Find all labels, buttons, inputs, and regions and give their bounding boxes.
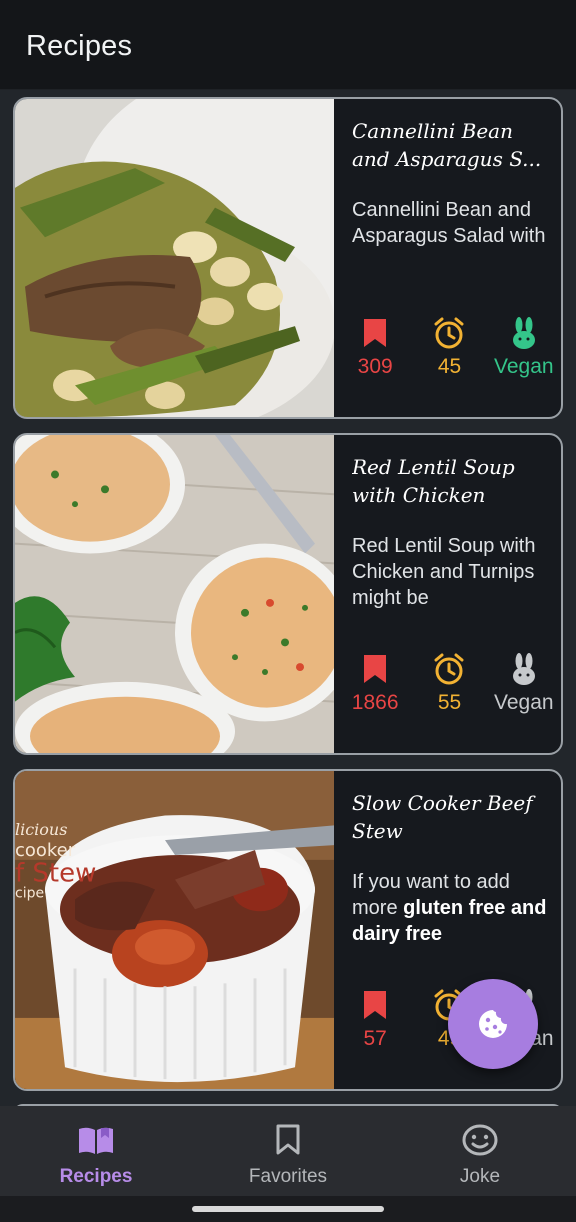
recipe-title: Slow Cooker Beef Stew — [352, 791, 533, 843]
likes-stat: 57 — [338, 987, 412, 1051]
vegan-stat: Vegan — [487, 651, 561, 715]
likes-stat: 1866 — [338, 651, 412, 715]
recipe-description: Red Lentil Soup with Chicken and Turnips… — [352, 535, 536, 609]
likes-count: 1866 — [351, 691, 399, 714]
bookmark-icon — [338, 315, 412, 351]
nav-item-joke[interactable]: Joke — [384, 1106, 576, 1196]
recipe-info: Red Lentil Soup with Chicken and... Red … — [334, 435, 561, 753]
likes-count: 57 — [363, 1027, 387, 1050]
recipe-image: licious cooker f Stew cipe — [15, 771, 334, 1089]
recipe-card[interactable]: Cannellini Bean and Asparagus S... Canne… — [13, 97, 563, 419]
cook-time: 45 — [437, 355, 462, 378]
recipe-description: If you want to add more gluten free and … — [352, 869, 547, 947]
vegan-label: Vegan — [494, 355, 554, 378]
top-app-bar: Recipes — [0, 0, 576, 90]
rabbit-icon — [487, 651, 561, 687]
home-gesture-pill[interactable] — [192, 1206, 384, 1212]
time-stat: 45 — [412, 315, 486, 379]
time-stat: 55 — [412, 651, 486, 715]
bookmark-icon — [338, 651, 412, 687]
recipe-image — [15, 435, 334, 753]
bottom-navigation: Recipes Favorites Joke — [0, 1106, 576, 1196]
recipe-title: Cannellini Bean and Asparagus S... — [352, 119, 542, 171]
nav-label-favorites: Favorites — [248, 1166, 328, 1187]
nav-item-favorites[interactable]: Favorites — [192, 1106, 384, 1196]
photo-caption-line4: cipe — [15, 885, 44, 901]
vegan-label: Vegan — [494, 691, 554, 714]
alarm-clock-icon — [412, 315, 486, 351]
photo-caption-line3: f Stew — [15, 859, 96, 889]
likes-count: 309 — [357, 355, 393, 378]
recipe-image — [15, 99, 334, 417]
nav-item-recipes[interactable]: Recipes — [0, 1106, 192, 1196]
vegan-stat: Vegan — [487, 315, 561, 379]
bookmark-icon — [192, 1122, 384, 1158]
recipe-title: Red Lentil Soup with Chicken and... — [352, 455, 515, 507]
cookie-icon — [479, 1010, 507, 1038]
recipe-info: Cannellini Bean and Asparagus S... Canne… — [334, 99, 561, 417]
alarm-clock-icon — [412, 651, 486, 687]
random-recipe-fab[interactable] — [448, 979, 538, 1069]
bookmark-icon — [338, 987, 412, 1023]
recipe-stats: 1866 55 Vegan — [338, 651, 561, 715]
recipe-stats: 309 45 Vegan — [338, 315, 561, 379]
rabbit-icon — [487, 315, 561, 351]
page-title: Recipes — [26, 30, 133, 62]
recipe-card[interactable]: Red Lentil Soup with Chicken and... Red … — [13, 433, 563, 755]
nav-label-recipes: Recipes — [59, 1166, 133, 1187]
likes-stat: 309 — [338, 315, 412, 379]
recipe-description: Cannellini Bean and Asparagus Salad with — [352, 199, 546, 247]
recipe-list[interactable]: Cannellini Bean and Asparagus S... Canne… — [0, 90, 576, 1106]
smile-face-icon — [384, 1122, 576, 1158]
system-navigation-bar — [0, 1196, 576, 1222]
cook-time: 55 — [437, 691, 462, 714]
nav-label-joke: Joke — [459, 1166, 501, 1187]
photo-caption-line1: licious — [15, 820, 67, 839]
book-open-icon — [0, 1122, 192, 1158]
